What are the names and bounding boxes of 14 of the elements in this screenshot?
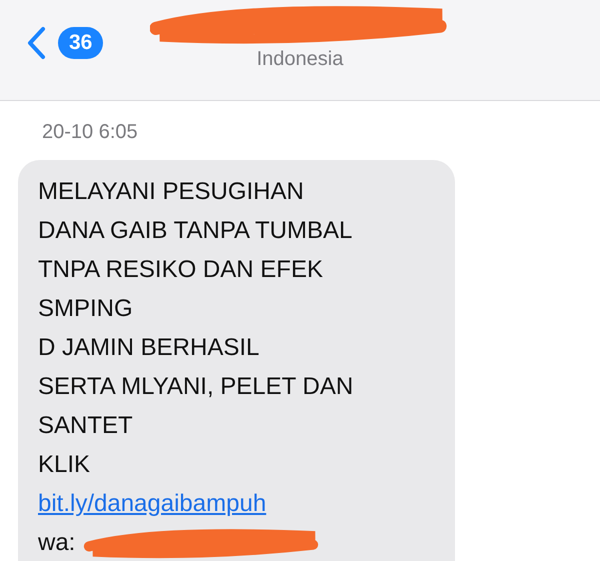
message-timestamp: 20-10 6:05 <box>42 121 139 144</box>
message-text-line: TNPA RESIKO DAN EFEK <box>38 255 324 285</box>
message-text-line: SANTET <box>38 411 134 441</box>
message-text-line: wa: <box>38 528 76 558</box>
unread-count-badge: 36 <box>58 27 104 59</box>
message-text-line: SERTA MLYANI, PELET DAN <box>38 372 354 402</box>
message-text-line: D JAMIN BERHASIL <box>38 333 260 363</box>
message-text-line: MELAYANI PESUGIHAN <box>38 177 305 207</box>
message-text-line: DANA GAIB TANPA TUMBAL <box>38 216 354 246</box>
message-link[interactable]: bit.ly/danagaibampuh <box>38 484 266 523</box>
message-text-line: SMPING <box>38 294 134 324</box>
contact-country: Indonesia <box>256 48 344 71</box>
back-chevron-icon[interactable] <box>26 26 46 60</box>
message-text-line: KLIK <box>38 450 92 480</box>
